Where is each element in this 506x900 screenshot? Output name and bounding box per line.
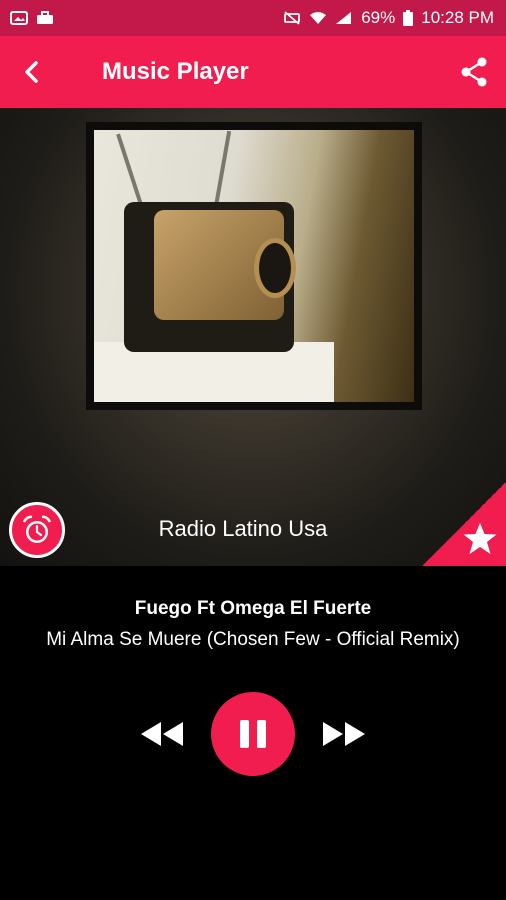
app-bar: Music Player: [0, 36, 506, 108]
favorite-button[interactable]: [422, 482, 506, 566]
fast-forward-button[interactable]: [319, 714, 369, 754]
share-button[interactable]: [442, 36, 506, 108]
clock: 10:28 PM: [421, 8, 494, 27]
page-title: Music Player: [102, 58, 249, 85]
artwork-area: Radio Latino Usa: [0, 108, 506, 566]
playback-controls: [0, 692, 506, 776]
album-art-image: [94, 130, 414, 402]
back-button[interactable]: [0, 36, 64, 108]
track-title: Mi Alma Se Muere (Chosen Few - Official …: [46, 629, 460, 650]
pause-icon: [240, 720, 266, 748]
battery-percent: 69%: [361, 8, 396, 27]
rewind-icon: [141, 722, 183, 746]
fast-forward-icon: [323, 722, 365, 746]
battery-icon: [403, 10, 414, 26]
share-icon: [461, 57, 487, 87]
status-bar: 69% 10:28 PM: [0, 0, 506, 36]
status-right: 69% 10:28 PM: [283, 8, 494, 28]
station-name: Radio Latino Usa: [158, 516, 328, 541]
rewind-button[interactable]: [137, 714, 187, 754]
pause-button[interactable]: [211, 692, 295, 776]
mute-icon: [284, 11, 301, 25]
star-icon: [463, 523, 497, 554]
track-artist: Fuego Ft Omega El Fuerte: [134, 598, 372, 619]
image-icon: [10, 11, 28, 25]
player-panel: Fuego Ft Omega El Fuerte Mi Alma Se Muer…: [0, 566, 506, 900]
signal-icon: [336, 12, 352, 24]
album-art: [86, 122, 422, 410]
status-left: [10, 11, 54, 25]
briefcase-icon: [37, 11, 53, 24]
wifi-icon: [310, 12, 327, 24]
back-arrow-icon: [25, 61, 38, 83]
